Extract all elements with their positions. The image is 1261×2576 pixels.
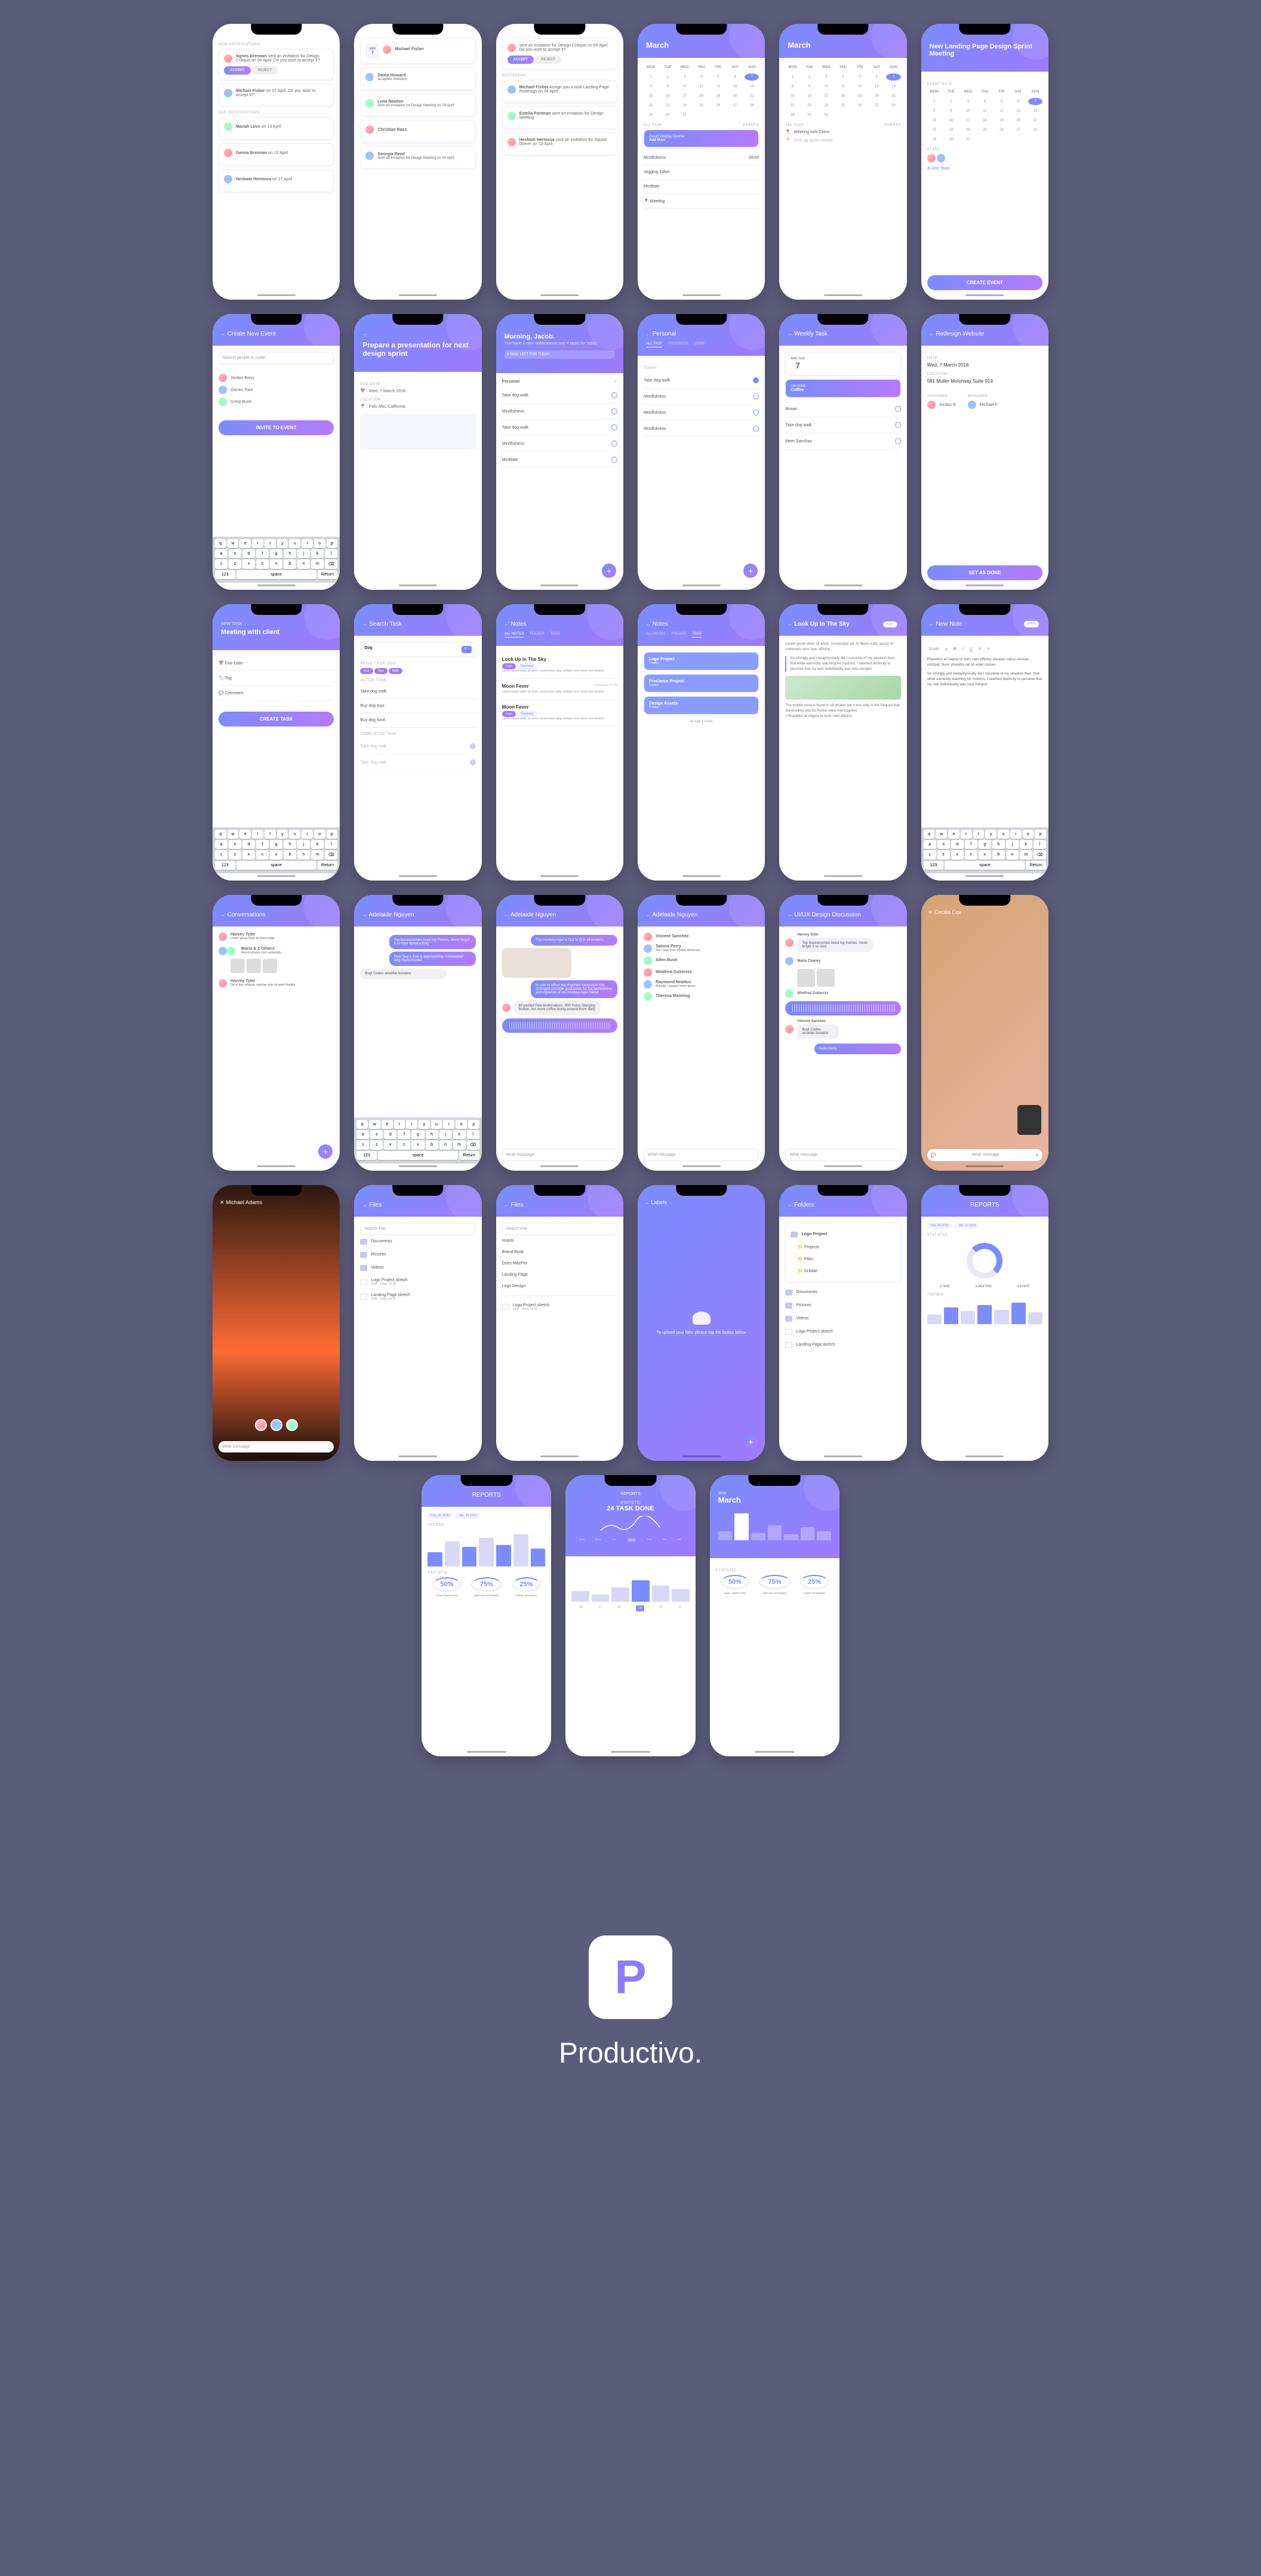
screen-notifications: NEW NOTIFICATIONS Agnes Brennan sent an … <box>213 24 340 300</box>
screen-weekly: ← Weekly Task MAR 20187 CAFFEINECoffee B… <box>779 314 906 590</box>
create-event-button[interactable]: CREATE EVENT <box>927 275 1042 290</box>
folder-icon <box>360 1239 367 1245</box>
brand-section: P Productivo. <box>12 1935 1249 2070</box>
screen-reports-bars: REPORTS Feb, 04 2018Apr, 10 2018 TRENDS … <box>422 1475 551 1756</box>
accept-button[interactable]: ACCEPT <box>224 66 251 75</box>
conversation-item[interactable]: Harvey TylerLorem ipsum dolor sit amet t… <box>219 932 334 941</box>
screen-group: ← Adelaide Nguyen Vincent Sanchez Salona… <box>638 895 765 1171</box>
screen-files: ← Files Search File Documents Pictures V… <box>354 1185 481 1461</box>
screen-video-call-2: ✕ Michael Adams Write message <box>213 1185 340 1461</box>
screen-reports-march: 2018March STATISTIC 50%TASK COMPLETED 75… <box>710 1475 839 1756</box>
call-photo: ✕ Michael Adams Write message <box>213 1185 340 1461</box>
brand-logo: P <box>589 1935 672 2019</box>
send-icon: ➤ <box>1035 1153 1039 1158</box>
pin-icon: 📍 <box>360 404 365 409</box>
screen-file-search: ← Files Search File Hotels Brand Book Du… <box>496 1185 623 1461</box>
reject-button[interactable]: REJECT <box>252 66 278 75</box>
back-icon[interactable]: ← <box>221 331 226 337</box>
self-view[interactable] <box>1017 1105 1041 1135</box>
screen-chat-1: ← Adelaide Nguyen Top businessmen need t… <box>354 895 481 1171</box>
file-search[interactable]: Search File <box>360 1223 475 1235</box>
note-item[interactable]: Look Up in The SkyLogoFreelanceLorem ips… <box>502 652 617 679</box>
bottom-row: REPORTS Feb, 04 2018Apr, 10 2018 TRENDS … <box>422 1475 839 1756</box>
chat-image <box>502 948 571 978</box>
screen-create-event: ← Create New Event Search people to invi… <box>213 314 340 590</box>
editor-toolbar[interactable]: Scale▾BIUA≡ <box>927 645 1042 654</box>
screen-yesterday: sent an invitation for Design Critique o… <box>496 24 623 300</box>
screen-labels: ← Labels To upload your files, please ta… <box>638 1185 765 1461</box>
line-chart <box>574 1516 687 1534</box>
done-button[interactable]: SET AS DONE <box>927 565 1042 580</box>
call-photo: ✕ Cecilia Cox 💬Write message➤ <box>921 895 1048 1171</box>
participant-avatars <box>255 1419 298 1431</box>
bar-chart <box>927 1300 1042 1324</box>
screen-calendar-2: March MONTUEWEDTHUFRISATSUN1234567891011… <box>779 24 906 300</box>
edit-button[interactable]: EDIT <box>883 621 897 627</box>
calendar-icon: 📅 <box>360 389 365 393</box>
note-image <box>785 676 900 700</box>
screen-notes: ← Notes ALL NOTESFOLDERTAGS Look Up in T… <box>496 604 623 880</box>
screen-note-detail: ← Look Up In The SkyEDIT Lorem ipsum dol… <box>779 604 906 880</box>
calendar-grid[interactable]: MONTUEWEDTHUFRISATSUN1234567891011121314… <box>644 64 759 119</box>
screen-invites: MAR7Michael Fisher Dante Howardaccepted … <box>354 24 481 300</box>
screen-calendar-1: March MONTUEWEDTHUFRISATSUN1234567891011… <box>638 24 765 300</box>
fab-add[interactable]: + <box>602 564 616 578</box>
search-input[interactable]: Search people to invite <box>219 352 334 364</box>
screen-conversations: ← Conversations Harvey TylerLorem ipsum … <box>213 895 340 1171</box>
brand-name: Productivo. <box>12 2037 1249 2070</box>
close-icon[interactable]: ✕ <box>220 1199 224 1205</box>
screen-reports-donut: REPORTS Feb, 04 2018Apr, 10 2018 STATIST… <box>921 1185 1048 1461</box>
screen-new-task: NEW TASKMeeting with client 📅 Due Date 🏷… <box>213 604 340 880</box>
percentage-rings: 50%TASK COMPLETED 75%MEETING ATTENDED 25… <box>427 1581 545 1597</box>
screen-notes-tags: ← Notes ALL NOTESFOLDERTAGS Logo Project… <box>638 604 765 880</box>
screen-personal: ← Personal ALL TASKPROGRESSDONE TODAY Ta… <box>638 314 765 590</box>
file-icon <box>360 1279 367 1285</box>
screen-new-note: ← New NoteSAVE Scale▾BIUA≡ Phasellus at … <box>921 604 1048 880</box>
phone-grid: NEW NOTIFICATIONS Agnes Brennan sent an … <box>213 24 1048 1461</box>
screen-morning: Morning, Jacob.You have 2 new notificati… <box>496 314 623 590</box>
march-bars <box>718 1510 831 1540</box>
voice-message[interactable] <box>502 1018 617 1033</box>
screen-design-chat: ← UI/UX Design Discussion Harvey TylerTo… <box>779 895 906 1171</box>
invite-button[interactable]: INVITE TO EVENT <box>219 420 334 435</box>
map-placeholder <box>360 414 475 450</box>
donut-chart <box>967 1243 1002 1279</box>
cloud-icon <box>693 1312 711 1325</box>
section-label: NEW NOTIFICATIONS <box>219 43 334 47</box>
search-icon: 🔍 <box>462 646 472 653</box>
screen-video-call-1: ✕ Cecilia Cox 💬Write message➤ <box>921 895 1048 1171</box>
search-field[interactable]: Dog🔍 <box>360 642 475 657</box>
screen-reports-line: REPORTS STATISTIC 24 TASK DONE SUNMONTUE… <box>565 1475 695 1756</box>
event-title: New Landing Page Design Sprint Meeting <box>930 43 1040 57</box>
call-input[interactable]: 💬Write message➤ <box>927 1149 1042 1161</box>
screen-chat-2: ← Adelaide Nguyen The monkey-rope is fas… <box>496 895 623 1171</box>
keyboard[interactable]: qwertyuiopasdfghjkl⇧zxcvbnm⌫123spaceRetu… <box>213 537 340 583</box>
close-icon[interactable]: ✕ <box>928 909 933 915</box>
screen-redesign: ← Redesign Website DATE Wed, 7 March 201… <box>921 314 1048 590</box>
screen-folders: ← Folders Logo Project 📁 Projects 📁 File… <box>779 1185 906 1461</box>
save-button[interactable]: SAVE <box>1024 621 1039 627</box>
screen-new-event: New Landing Page Design Sprint Meeting E… <box>921 24 1048 300</box>
screen-search: ← Search Task Dog🔍 RESULT FOR DOG DogToy… <box>354 604 481 880</box>
screen-presentation: ←Prepare a presentation for next design … <box>354 314 481 590</box>
month-title: March <box>646 41 756 50</box>
